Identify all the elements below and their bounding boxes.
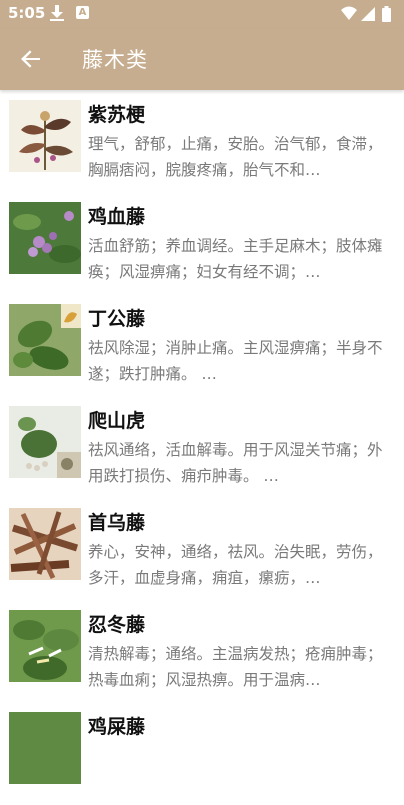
item-name: 紫苏梗 bbox=[88, 104, 146, 126]
item-name: 鸡血藤 bbox=[88, 206, 146, 228]
herb-list: 紫苏梗 理气，舒郁，止痛，安胎。治气郁，食滞，胸膈痞闷，脘腹疼痛，胎气不和… 鸡… bbox=[0, 91, 404, 805]
item-name: 首乌藤 bbox=[88, 512, 146, 534]
list-item[interactable]: 爬山虎 祛风通络，活血解毒。用于风湿关节痛；外用跌打损伤、痈疖肿毒。 … bbox=[0, 397, 404, 499]
item-name: 鸡屎藤 bbox=[88, 716, 146, 738]
battery-icon bbox=[382, 6, 391, 22]
back-arrow-icon[interactable] bbox=[18, 46, 44, 72]
status-bar: 5:05 A bbox=[0, 0, 404, 28]
list-item[interactable]: 鸡血藤 活血舒筋；养血调经。主手足麻木；肢体瘫痪；风湿痹痛；妇女有经不调；… bbox=[0, 193, 404, 295]
list-item[interactable]: 鸡屎藤 bbox=[0, 703, 404, 805]
vine-photo-icon bbox=[9, 406, 81, 478]
item-description: 养心，安神，通络，祛风。治失眠，劳伤，多汗，血虚身痛，痈疽，瘰疬，… bbox=[88, 543, 383, 587]
item-description: 祛风除湿；消肿止痛。主风湿痹痛；半身不遂；跌打肿痛。 … bbox=[88, 339, 383, 383]
item-description: 活血舒筋；养血调经。主手足麻木；肢体瘫痪；风湿痹痛；妇女有经不调；… bbox=[88, 237, 383, 281]
wifi-icon bbox=[341, 6, 357, 20]
dried-stems-photo-icon bbox=[9, 508, 81, 580]
status-time: 5:05 bbox=[8, 4, 46, 22]
item-name: 爬山虎 bbox=[88, 410, 146, 432]
list-item[interactable]: 丁公藤 祛风除湿；消肿止痛。主风湿痹痛；半身不遂；跌打肿痛。 … bbox=[0, 295, 404, 397]
signal-icon bbox=[361, 7, 375, 21]
a-app-icon: A bbox=[76, 6, 89, 19]
honeysuckle-photo-icon bbox=[9, 610, 81, 682]
leaf-photo-icon bbox=[9, 304, 81, 376]
page-title: 藤木类 bbox=[82, 48, 148, 72]
status-right-icons bbox=[340, 5, 396, 23]
purple-flower-photo-icon bbox=[9, 202, 81, 274]
app-bar: 藤木类 bbox=[0, 28, 404, 90]
download-icon bbox=[50, 5, 64, 21]
item-description: 清热解毒；通络。主温病发热；疮痈肿毒；热毒血痢；风湿热痹。用于温病… bbox=[88, 645, 383, 689]
list-item[interactable]: 首乌藤 养心，安神，通络，祛风。治失眠，劳伤，多汗，血虚身痛，痈疽，瘰疬，… bbox=[0, 499, 404, 601]
item-name: 丁公藤 bbox=[88, 308, 146, 330]
plant-illustration-icon bbox=[9, 100, 81, 172]
item-description: 理气，舒郁，止痛，安胎。治气郁，食滞，胸膈痞闷，脘腹疼痛，胎气不和… bbox=[88, 135, 383, 179]
item-name: 忍冬藤 bbox=[88, 614, 146, 636]
list-item[interactable]: 忍冬藤 清热解毒；通络。主温病发热；疮痈肿毒；热毒血痢；风湿热痹。用于温病… bbox=[0, 601, 404, 703]
partial-photo-icon bbox=[9, 712, 81, 784]
item-description: 祛风通络，活血解毒。用于风湿关节痛；外用跌打损伤、痈疖肿毒。 … bbox=[88, 441, 383, 485]
list-item[interactable]: 紫苏梗 理气，舒郁，止痛，安胎。治气郁，食滞，胸膈痞闷，脘腹疼痛，胎气不和… bbox=[0, 91, 404, 193]
